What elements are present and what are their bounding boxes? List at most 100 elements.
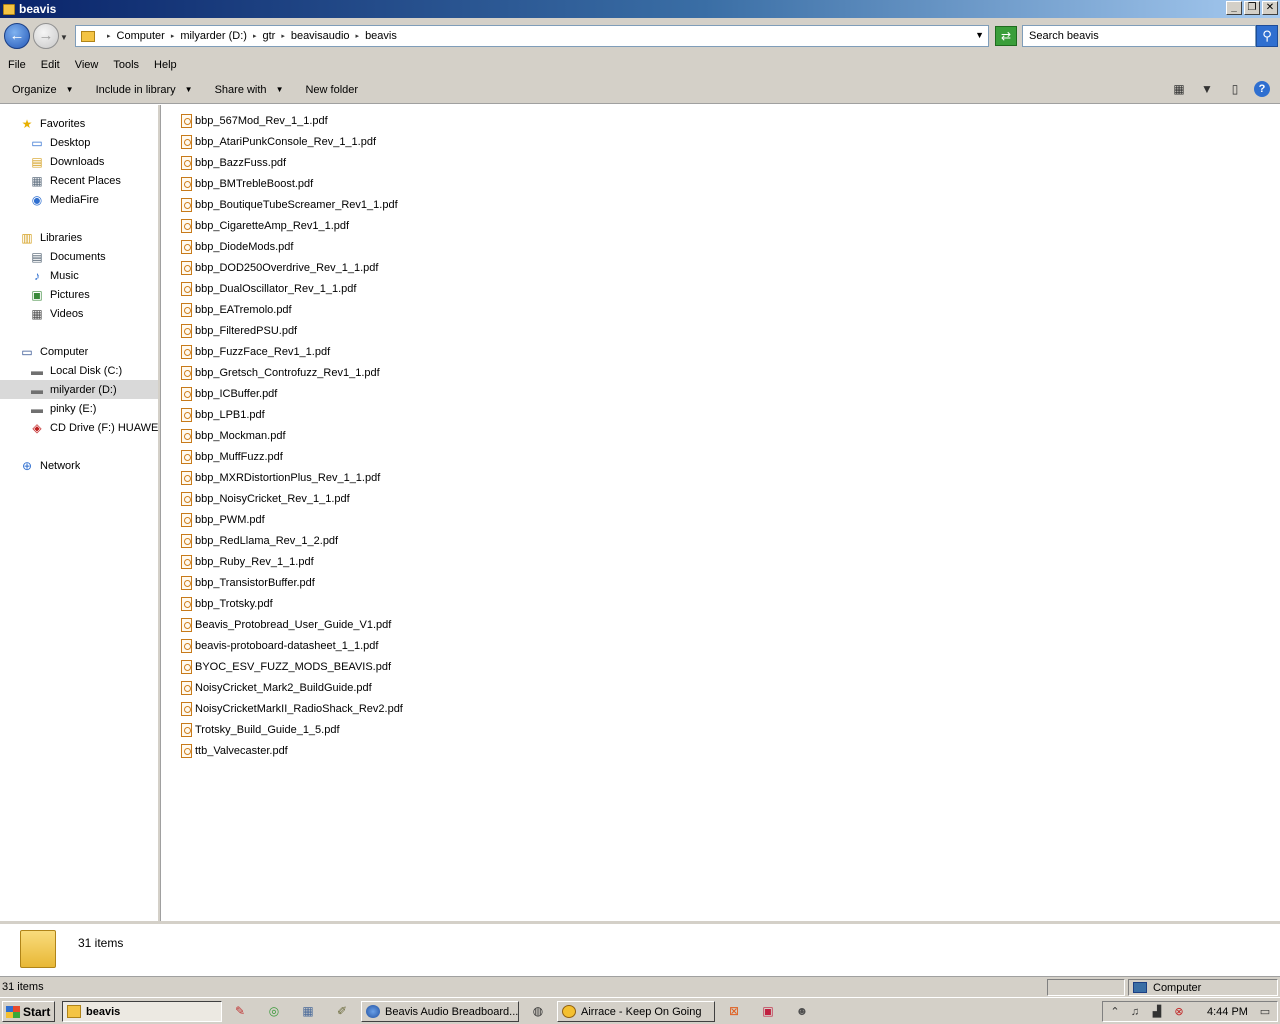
quicklaunch-app-icon[interactable]: ✎ (232, 1003, 248, 1019)
quicklaunch-xampp-icon[interactable]: ⊠ (726, 1003, 742, 1019)
forward-button[interactable]: → (33, 23, 59, 49)
file-item[interactable]: BYOC_ESV_FUZZ_MODS_BEAVIS.pdf (181, 658, 391, 676)
file-item[interactable]: Trotsky_Build_Guide_1_5.pdf (181, 721, 340, 739)
file-item[interactable]: NoisyCricketMarkII_RadioShack_Rev2.pdf (181, 700, 403, 718)
file-item[interactable]: bbp_RedLlama_Rev_1_2.pdf (181, 532, 338, 550)
chevron-right-icon[interactable]: ▸ (107, 32, 111, 40)
menu-view[interactable]: View (67, 59, 106, 71)
file-item[interactable]: bbp_DualOscillator_Rev_1_1.pdf (181, 280, 356, 298)
nav-cd-drive-f[interactable]: ◈ CD Drive (F:) HUAWEI (29, 418, 158, 437)
share-with-button[interactable]: Share with ▼ (203, 84, 294, 96)
recent-pages-dropdown[interactable]: ▼ (60, 33, 68, 42)
nav-documents[interactable]: ▤ Documents (29, 247, 105, 266)
quicklaunch-alien-icon[interactable]: ☻ (794, 1003, 810, 1019)
nav-downloads[interactable]: ▤ Downloads (29, 152, 104, 171)
file-item[interactable]: bbp_DOD250Overdrive_Rev_1_1.pdf (181, 259, 378, 277)
file-item[interactable]: bbp_NoisyCricket_Rev_1_1.pdf (181, 490, 350, 508)
file-item[interactable]: bbp_BoutiqueTubeScreamer_Rev1_1.pdf (181, 196, 398, 214)
file-item[interactable]: Beavis_Protobread_User_Guide_V1.pdf (181, 616, 391, 634)
nav-music[interactable]: ♪ Music (29, 266, 79, 285)
file-item[interactable]: bbp_MuffFuzz.pdf (181, 448, 283, 466)
chevron-down-icon[interactable]: ▼ (1198, 81, 1216, 97)
help-icon[interactable]: ? (1254, 81, 1270, 97)
file-item[interactable]: bbp_BazzFuss.pdf (181, 154, 286, 172)
address-dropdown-icon[interactable]: ▼ (975, 30, 984, 40)
nav-libraries[interactable]: ▥ Libraries (19, 228, 82, 247)
nav-pictures[interactable]: ▣ Pictures (29, 285, 89, 304)
file-item[interactable]: bbp_LPB1.pdf (181, 406, 265, 424)
nav-network[interactable]: ⊕ Network (19, 456, 80, 475)
nav-favorites[interactable]: ★ Favorites (19, 114, 86, 133)
chevron-right-icon[interactable]: ▸ (281, 32, 285, 40)
nav-label: Computer (40, 345, 89, 358)
file-item[interactable]: bbp_TransistorBuffer.pdf (181, 574, 315, 592)
taskbar-item-browser[interactable]: Beavis Audio Breadboard... (361, 1001, 519, 1022)
address-bar[interactable]: ▸ Computer ▸ milyarder (D:) ▸ gtr ▸ beavisa… (75, 25, 989, 47)
chevron-right-icon[interactable]: ▸ (356, 32, 360, 40)
quicklaunch-utorrent-icon[interactable]: ◎ (266, 1003, 282, 1019)
breadcrumb-beavisaudio[interactable]: beavisaudio (291, 30, 350, 42)
search-input[interactable]: Search beavis (1022, 25, 1256, 47)
start-button[interactable]: Start (2, 1001, 55, 1022)
nav-milyarder-d[interactable]: ▬ milyarder (D:) (0, 380, 158, 399)
file-item[interactable]: bbp_Trotsky.pdf (181, 595, 273, 613)
show-desktop-icon[interactable]: ▭ (1257, 1005, 1273, 1019)
new-folder-button[interactable]: New folder (293, 84, 368, 96)
pane-splitter[interactable] (158, 105, 161, 921)
nav-pinky-e[interactable]: ▬ pinky (E:) (29, 399, 96, 418)
nav-desktop[interactable]: ▭ Desktop (29, 133, 90, 152)
file-item[interactable]: bbp_PWM.pdf (181, 511, 265, 529)
file-item[interactable]: bbp_AtariPunkConsole_Rev_1_1.pdf (181, 133, 376, 151)
file-item[interactable]: bbp_ICBuffer.pdf (181, 385, 277, 403)
file-item[interactable]: bbp_Gretsch_Controfuzz_Rev1_1.pdf (181, 364, 380, 382)
quicklaunch-cue-icon[interactable]: ◍ (530, 1003, 546, 1019)
chevron-right-icon[interactable]: ▸ (171, 32, 175, 40)
network-status-icon[interactable]: ⊗ (1171, 1005, 1187, 1019)
nav-videos[interactable]: ▦ Videos (29, 304, 83, 323)
breadcrumb-gtr[interactable]: gtr (262, 30, 275, 42)
include-in-library-button[interactable]: Include in library ▼ (84, 84, 203, 96)
breadcrumb-computer[interactable]: Computer (117, 30, 165, 42)
menu-edit[interactable]: Edit (33, 59, 67, 71)
breadcrumb-beavis[interactable]: beavis (365, 30, 397, 42)
menu-tools[interactable]: Tools (105, 59, 146, 71)
quicklaunch-notepad-icon[interactable]: ✐ (334, 1003, 350, 1019)
restore-button[interactable]: ❐ (1244, 1, 1260, 15)
file-item[interactable]: bbp_CigaretteAmp_Rev1_1.pdf (181, 217, 349, 235)
file-item[interactable]: bbp_FuzzFace_Rev1_1.pdf (181, 343, 330, 361)
menu-help[interactable]: Help (146, 59, 184, 71)
file-item[interactable]: bbp_FilteredPSU.pdf (181, 322, 297, 340)
file-item[interactable]: NoisyCricket_Mark2_BuildGuide.pdf (181, 679, 372, 697)
network-signal-icon[interactable]: ▟ (1149, 1005, 1165, 1019)
nav-recent-places[interactable]: ▦ Recent Places (29, 171, 121, 190)
nav-local-disk-c[interactable]: ▬ Local Disk (C:) (29, 361, 122, 380)
menu-file[interactable]: File (0, 59, 33, 71)
breadcrumb-milyarder[interactable]: milyarder (D:) (180, 30, 247, 42)
file-item[interactable]: bbp_DiodeMods.pdf (181, 238, 293, 256)
nav-mediafire[interactable]: ◉ MediaFire (29, 190, 99, 209)
nav-computer[interactable]: ▭ Computer (19, 342, 88, 361)
organize-button[interactable]: Organize ▼ (0, 84, 84, 96)
close-button[interactable]: ✕ (1262, 1, 1278, 15)
file-item[interactable]: bbp_Mockman.pdf (181, 427, 286, 445)
show-hidden-icons-icon[interactable]: ⌃ (1107, 1005, 1123, 1019)
taskbar-item-explorer[interactable]: beavis (62, 1001, 222, 1022)
taskbar-item-player[interactable]: Airrace - Keep On Going (557, 1001, 715, 1022)
view-options-icon[interactable]: ▦ (1170, 81, 1188, 97)
minimize-button[interactable]: _ (1226, 1, 1242, 15)
preview-pane-icon[interactable]: ▯ (1226, 81, 1244, 97)
file-item[interactable]: ttb_Valvecaster.pdf (181, 742, 288, 760)
search-button[interactable]: ⚲ (1256, 25, 1278, 47)
file-item[interactable]: beavis-protoboard-datasheet_1_1.pdf (181, 637, 378, 655)
file-item[interactable]: bbp_MXRDistortionPlus_Rev_1_1.pdf (181, 469, 380, 487)
chevron-right-icon[interactable]: ▸ (253, 32, 257, 40)
quicklaunch-app2-icon[interactable]: ▣ (760, 1003, 776, 1019)
file-item[interactable]: bbp_567Mod_Rev_1_1.pdf (181, 112, 328, 130)
back-button[interactable]: ← (4, 23, 30, 49)
refresh-button[interactable]: ⇄ (995, 26, 1017, 46)
quicklaunch-calculator-icon[interactable]: ▦ (300, 1003, 316, 1019)
file-item[interactable]: bbp_EATremolo.pdf (181, 301, 292, 319)
volume-icon[interactable]: ♫ (1127, 1005, 1143, 1019)
file-item[interactable]: bbp_Ruby_Rev_1_1.pdf (181, 553, 314, 571)
file-item[interactable]: bbp_BMTrebleBoost.pdf (181, 175, 313, 193)
